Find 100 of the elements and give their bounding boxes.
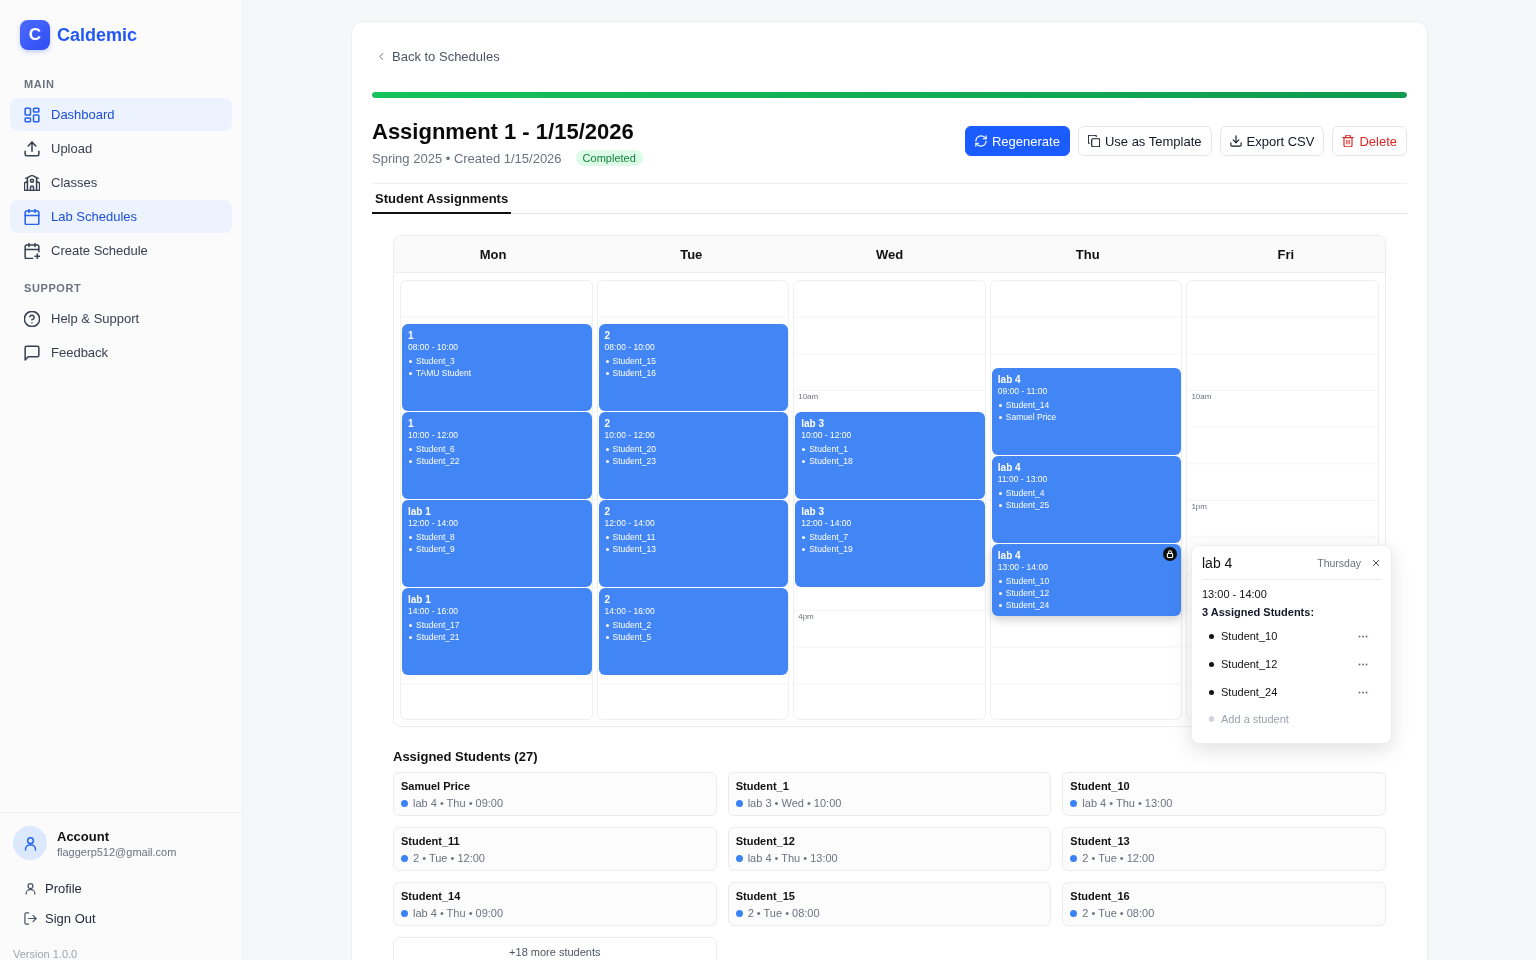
nav-item[interactable]: Dashboard bbox=[10, 98, 232, 131]
event-student: Student_4 bbox=[997, 487, 1045, 499]
student-card[interactable]: Student_13 2 • Tue • 12:00 bbox=[1062, 827, 1386, 871]
template-button[interactable]: Use as Template bbox=[1077, 126, 1212, 156]
event-card[interactable]: lab 3 12:00 - 14:00 Student_7 Student_19 bbox=[795, 500, 985, 587]
student-card[interactable]: Student_12 lab 4 • Thu • 13:00 bbox=[727, 827, 1052, 871]
assignment-detail: 2 • Tue • 08:00 bbox=[747, 906, 820, 920]
export-button[interactable]: Export CSV bbox=[1219, 126, 1325, 156]
event-student: Student_5 bbox=[604, 631, 652, 643]
event-student: Student_22 bbox=[408, 455, 460, 467]
delete-button[interactable]: Delete bbox=[1332, 126, 1407, 156]
event-student: Student_3 bbox=[408, 355, 455, 367]
lock-icon[interactable] bbox=[1163, 547, 1178, 561]
refresh-icon bbox=[974, 135, 987, 147]
calendar-plus-icon bbox=[24, 242, 40, 259]
event-title: 2 bbox=[604, 506, 611, 518]
student-card[interactable]: Student_15 2 • Tue • 08:00 bbox=[727, 882, 1052, 926]
lab-dot-icon bbox=[401, 909, 408, 917]
nav-item[interactable]: Lab Schedules bbox=[10, 200, 232, 233]
event-time: 09:00 - 11:00 bbox=[997, 386, 1048, 397]
back-link[interactable]: Back to Schedules bbox=[377, 48, 500, 64]
event-student: Student_23 bbox=[604, 455, 657, 467]
nav-item[interactable]: Classes bbox=[10, 166, 232, 199]
more-students-button[interactable]: +18 more students bbox=[393, 937, 717, 960]
schedule-meta: Spring 2025 • Created 1/15/2026 bbox=[372, 150, 562, 166]
app-name: Caldemic bbox=[57, 24, 138, 46]
event-card[interactable]: 2 14:00 - 16:00 Student_2 Student_5 bbox=[598, 588, 789, 675]
event-card[interactable]: lab 1 14:00 - 16:00 Student_17 Student_21 bbox=[402, 588, 592, 675]
event-card[interactable]: lab 1 12:00 - 14:00 Student_8 Student_9 bbox=[402, 500, 592, 587]
nav-item[interactable]: Create Schedule bbox=[10, 234, 232, 267]
student-name: Student_1 bbox=[735, 779, 789, 793]
student-card[interactable]: Student_10 lab 4 • Thu • 13:00 bbox=[1062, 772, 1386, 816]
event-time: 12:00 - 14:00 bbox=[408, 518, 459, 529]
day-label: Fri bbox=[1277, 246, 1295, 262]
event-student: Student_17 bbox=[408, 619, 460, 631]
more-icon bbox=[1358, 634, 1368, 638]
app-logo: C bbox=[20, 20, 50, 50]
version-label: Version 1.0.0 bbox=[13, 948, 78, 960]
lab-dot-icon bbox=[735, 854, 743, 862]
event-student: Student_11 bbox=[604, 531, 656, 543]
more-button[interactable] bbox=[1358, 662, 1368, 666]
account-menu-item[interactable]: Profile bbox=[13, 873, 92, 903]
event-card[interactable]: 2 10:00 - 12:00 Student_20 Student_23 bbox=[598, 412, 789, 499]
event-title: lab 4 bbox=[997, 550, 1021, 562]
help-icon bbox=[24, 310, 40, 327]
event-card[interactable]: lab 4 09:00 - 11:00 Student_14 Samuel Price bbox=[991, 368, 1182, 455]
event-card[interactable]: 1 10:00 - 12:00 Student_6 Student_22 bbox=[402, 412, 592, 499]
event-student: Student_6 bbox=[408, 443, 455, 455]
more-button[interactable] bbox=[1358, 634, 1368, 638]
student-item: Student_12 bbox=[1209, 658, 1278, 670]
event-student: Student_21 bbox=[408, 631, 460, 643]
event-time: 13:00 - 14:00 bbox=[997, 562, 1048, 573]
student-item: Student_24 bbox=[1209, 686, 1278, 698]
assignment-detail: lab 3 • Wed • 10:00 bbox=[747, 796, 842, 810]
user-avatar-icon bbox=[13, 826, 47, 860]
student-card[interactable]: Samuel Price lab 4 • Thu • 09:00 bbox=[393, 772, 717, 816]
regenerate-button[interactable]: Regenerate bbox=[964, 126, 1070, 156]
lab-dot-icon bbox=[1070, 799, 1078, 807]
section-label: SUPPORT bbox=[24, 282, 82, 294]
event-student: TAMU Student bbox=[408, 367, 472, 379]
assignment-detail: lab 4 • Thu • 13:00 bbox=[1082, 796, 1173, 810]
event-card[interactable]: 1 08:00 - 10:00 Student_3 TAMU Student bbox=[402, 324, 592, 411]
lab-dot-icon bbox=[1070, 854, 1078, 862]
student-card[interactable]: Student_11 2 • Tue • 12:00 bbox=[393, 827, 717, 871]
lab-dot-icon bbox=[735, 909, 743, 917]
student-card[interactable]: Student_16 2 • Tue • 08:00 bbox=[1062, 882, 1386, 926]
event-time: 10:00 - 12:00 bbox=[801, 430, 852, 441]
student-card[interactable]: Student_1 lab 3 • Wed • 10:00 bbox=[727, 772, 1052, 816]
section-label: MAIN bbox=[24, 78, 55, 90]
event-card[interactable]: lab 4 11:00 - 13:00 Student_4 Student_25 bbox=[991, 456, 1182, 543]
lab-dot-icon bbox=[735, 799, 743, 807]
student-item: Student_10 bbox=[1209, 630, 1278, 642]
event-card[interactable]: 2 12:00 - 14:00 Student_11 Student_13 bbox=[598, 500, 789, 587]
nav-item[interactable]: Help & Support bbox=[10, 302, 232, 335]
event-card[interactable]: lab 3 10:00 - 12:00 Student_1 Student_18 bbox=[795, 412, 985, 499]
nav-item[interactable]: Feedback bbox=[10, 336, 232, 369]
hour-label: 10am bbox=[1191, 392, 1212, 402]
event-student: Student_25 bbox=[997, 499, 1050, 511]
event-time: 10:00 - 12:00 bbox=[408, 430, 459, 441]
student-card[interactable]: Student_14 lab 4 • Thu • 09:00 bbox=[393, 882, 717, 926]
assignment-detail: 2 • Tue • 12:00 bbox=[1082, 851, 1155, 865]
nav-item[interactable]: Upload bbox=[10, 132, 232, 165]
assignment-detail: lab 4 • Thu • 09:00 bbox=[413, 906, 504, 920]
event-student: Student_14 bbox=[997, 399, 1050, 411]
event-card[interactable]: lab 4 13:00 - 14:00 Student_10 Student_12 Student_24 bbox=[991, 544, 1182, 616]
account-email: flaggerp512@gmail.com bbox=[57, 845, 177, 858]
event-student: Student_1 bbox=[801, 443, 848, 455]
event-card[interactable]: 2 08:00 - 10:00 Student_15 Student_16 bbox=[598, 324, 789, 411]
account-menu-item[interactable]: Sign Out bbox=[13, 903, 106, 933]
close-button[interactable] bbox=[1371, 558, 1381, 568]
message-icon bbox=[24, 344, 40, 361]
calendar-icon bbox=[24, 208, 40, 225]
status-badge: Completed bbox=[575, 150, 643, 166]
sign-out-icon bbox=[24, 911, 37, 925]
more-button[interactable] bbox=[1358, 690, 1368, 694]
event-student: Student_20 bbox=[604, 443, 657, 455]
event-time: 10:00 - 12:00 bbox=[604, 430, 655, 441]
event-time: 11:00 - 13:00 bbox=[997, 474, 1048, 485]
event-student: Student_24 bbox=[997, 599, 1050, 611]
tab[interactable]: Student Assignments bbox=[372, 184, 512, 214]
